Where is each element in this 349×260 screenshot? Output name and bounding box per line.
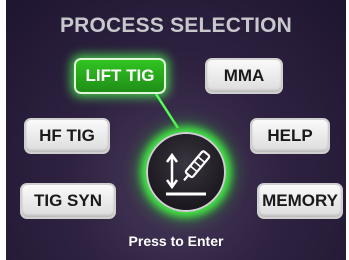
process-selection-screen: PROCESS SELECTION LIFT TIG MMA HF TIG HE… — [6, 0, 346, 260]
torch-icon — [165, 150, 211, 196]
tig-syn-button[interactable]: TIG SYN — [20, 183, 116, 219]
enter-knob[interactable] — [146, 132, 226, 212]
hf-tig-button[interactable]: HF TIG — [24, 118, 110, 154]
memory-button[interactable]: MEMORY — [257, 183, 343, 219]
lift-tig-button[interactable]: LIFT TIG — [74, 58, 166, 94]
press-to-enter-label: Press to Enter — [128, 233, 224, 249]
mma-button[interactable]: MMA — [205, 58, 283, 94]
help-button[interactable]: HELP — [250, 118, 330, 154]
